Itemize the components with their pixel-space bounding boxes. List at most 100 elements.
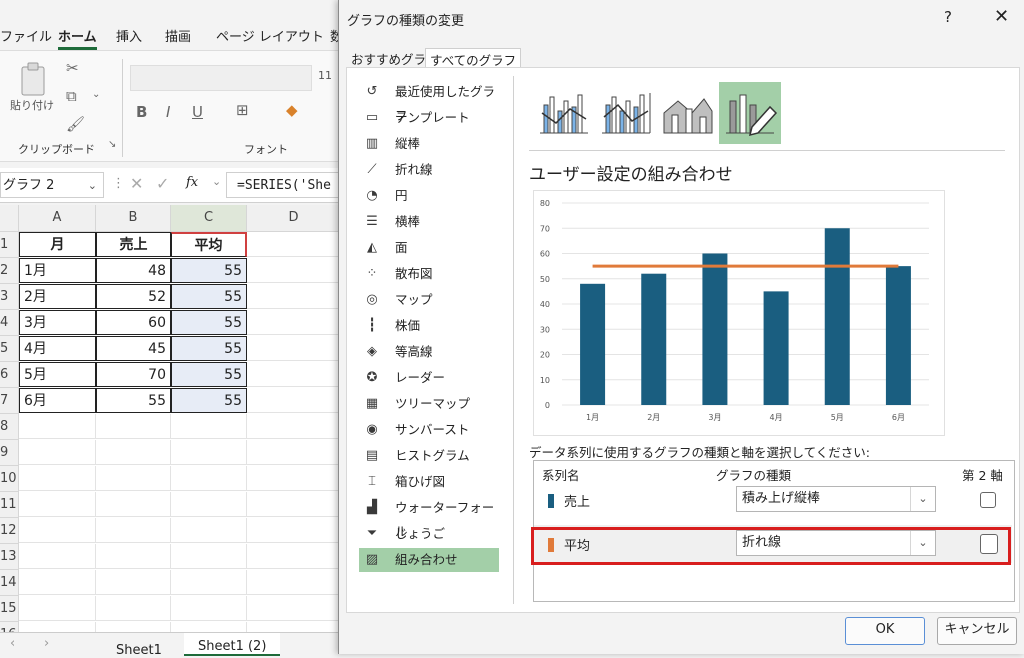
empty-cell[interactable] <box>171 544 247 569</box>
empty-cell[interactable] <box>19 440 96 465</box>
empty-cell[interactable] <box>19 544 96 569</box>
empty-cell[interactable] <box>19 596 96 621</box>
chart-type-item[interactable]: ⏷ じょうご <box>359 522 499 546</box>
data-cell[interactable]: 6月 <box>19 388 96 413</box>
data-cell[interactable]: 55 <box>171 362 247 387</box>
font-name-select[interactable] <box>130 65 312 91</box>
row-header[interactable]: 4 <box>0 310 19 336</box>
data-cell[interactable]: 5月 <box>19 362 96 387</box>
formula-input[interactable]: =SERIES('She <box>226 172 340 198</box>
empty-cell[interactable] <box>171 570 247 595</box>
subtype-clustered-column-line-secondary[interactable] <box>595 82 657 144</box>
row-header[interactable]: 11 <box>0 492 19 518</box>
chart-type-item[interactable]: ▟ ウォーターフォール <box>359 496 499 539</box>
subtype-custom-combination[interactable] <box>719 82 781 144</box>
chart-type-select[interactable]: 積み上げ縦棒 ⌄ <box>736 486 936 512</box>
header-cell[interactable]: 平均 <box>171 232 247 257</box>
chart-type-item[interactable]: ┇ 株価 <box>359 314 499 338</box>
chevron-down-icon[interactable]: ⌄ <box>92 89 100 100</box>
header-cell[interactable]: 月 <box>19 232 96 257</box>
chart-type-item[interactable]: ▤ ヒストグラム <box>359 444 499 468</box>
font-size-field[interactable]: 11 <box>318 69 332 82</box>
row-header[interactable]: 12 <box>0 518 19 544</box>
corner-cell[interactable] <box>0 205 19 232</box>
borders-icon[interactable]: ⊞ <box>236 101 249 119</box>
paste-button[interactable] <box>18 61 50 97</box>
tab-insert[interactable]: 挿入 <box>116 26 142 45</box>
chart-type-item[interactable]: ↺ 最近使用したグラフ <box>359 80 499 123</box>
empty-cell[interactable] <box>96 544 171 569</box>
empty-cell[interactable] <box>247 258 340 283</box>
data-cell[interactable]: 1月 <box>19 258 96 283</box>
empty-cell[interactable] <box>96 570 171 595</box>
chart-type-item[interactable]: ◔ 円 <box>359 184 499 208</box>
tab-file[interactable]: ファイル <box>0 26 52 45</box>
row-header[interactable]: 13 <box>0 544 19 570</box>
chart-type-item[interactable]: ☰ 横棒 <box>359 210 499 234</box>
empty-cell[interactable] <box>19 570 96 595</box>
data-cell[interactable]: 55 <box>96 388 171 413</box>
data-cell[interactable]: 60 <box>96 310 171 335</box>
enter-icon[interactable]: ✓ <box>156 174 169 193</box>
sheet-tab[interactable]: Sheet1 <box>116 643 162 658</box>
data-cell[interactable]: 45 <box>96 336 171 361</box>
empty-cell[interactable] <box>19 414 96 439</box>
empty-cell[interactable] <box>19 492 96 517</box>
row-header[interactable]: 6 <box>0 362 19 388</box>
chart-type-item[interactable]: ⌶ 箱ひげ図 <box>359 470 499 494</box>
empty-cell[interactable] <box>171 518 247 543</box>
data-cell[interactable]: 48 <box>96 258 171 283</box>
empty-cell[interactable] <box>247 284 340 309</box>
cut-icon[interactable]: ✂ <box>66 59 79 77</box>
tab-home[interactable]: ホーム <box>58 26 97 50</box>
row-header[interactable]: 2 <box>0 258 19 284</box>
empty-cell[interactable] <box>96 596 171 621</box>
chart-type-item[interactable]: ⁘ 散布図 <box>359 262 499 286</box>
row-header[interactable]: 14 <box>0 570 19 596</box>
empty-cell[interactable] <box>171 414 247 439</box>
empty-cell[interactable] <box>247 414 340 439</box>
fill-color-icon[interactable]: ◆ <box>286 101 298 119</box>
empty-cell[interactable] <box>96 492 171 517</box>
data-cell[interactable]: 55 <box>171 336 247 361</box>
data-cell[interactable]: 4月 <box>19 336 96 361</box>
row-header[interactable]: 10 <box>0 466 19 492</box>
empty-cell[interactable] <box>171 466 247 491</box>
sheet-tab-active[interactable]: Sheet1 (2) <box>184 633 281 656</box>
empty-cell[interactable] <box>247 232 340 257</box>
empty-cell[interactable] <box>247 570 340 595</box>
format-painter-icon[interactable]: 🖌 <box>66 115 85 133</box>
row-header[interactable]: 5 <box>0 336 19 362</box>
empty-cell[interactable] <box>96 518 171 543</box>
chart-type-item[interactable]: ◉ サンバースト <box>359 418 499 442</box>
row-header[interactable]: 7 <box>0 388 19 414</box>
column-header[interactable]: B <box>96 205 171 232</box>
chart-type-item[interactable]: ⟋ 折れ線 <box>359 158 499 182</box>
data-cell[interactable]: 52 <box>96 284 171 309</box>
empty-cell[interactable] <box>247 336 340 361</box>
column-header[interactable]: D <box>247 205 340 232</box>
empty-cell[interactable] <box>96 466 171 491</box>
empty-cell[interactable] <box>247 362 340 387</box>
empty-cell[interactable] <box>171 492 247 517</box>
insert-function-button[interactable]: fx <box>186 175 198 190</box>
data-cell[interactable]: 55 <box>171 388 247 413</box>
empty-cell[interactable] <box>19 518 96 543</box>
chart-type-item[interactable]: ◈ 等高線 <box>359 340 499 364</box>
data-cell[interactable]: 55 <box>171 284 247 309</box>
header-cell[interactable]: 売上 <box>96 232 171 257</box>
secondary-axis-checkbox[interactable] <box>980 492 996 508</box>
chart-type-item[interactable]: ✪ レーダー <box>359 366 499 390</box>
chevron-down-icon[interactable]: ⌄ <box>212 175 221 188</box>
subtype-clustered-column-line[interactable] <box>533 82 595 144</box>
scroll-left-icon[interactable]: ‹ <box>10 636 15 651</box>
name-box[interactable]: グラフ 2 ⌄ <box>0 172 104 198</box>
cancel-button[interactable]: キャンセル <box>937 617 1017 645</box>
empty-cell[interactable] <box>247 492 340 517</box>
column-header[interactable]: A <box>19 205 96 232</box>
empty-cell[interactable] <box>96 414 171 439</box>
cancel-entry-icon[interactable]: ✕ <box>130 174 143 193</box>
data-cell[interactable]: 3月 <box>19 310 96 335</box>
ok-button[interactable]: OK <box>845 617 925 645</box>
data-cell[interactable]: 55 <box>171 258 247 283</box>
